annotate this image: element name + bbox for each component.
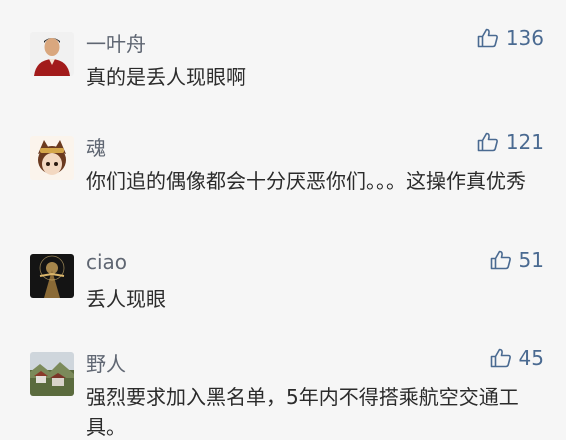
username[interactable]: 一叶舟 (86, 28, 146, 57)
comment-item: 一叶舟 136 真的是丢人现眼啊 (0, 18, 566, 128)
comment-item: 魂 121 你们追的偶像都会十分厌恶你们。。。这操作真优秀 (0, 122, 566, 230)
thumbs-up-icon (477, 28, 498, 48)
thumbs-up-icon (477, 132, 498, 152)
thumbs-up-icon (490, 348, 511, 368)
like-count: 51 (518, 248, 544, 272)
avatar[interactable] (30, 352, 74, 396)
anime-girl-avatar-icon (30, 136, 74, 180)
like-button[interactable]: 121 (476, 130, 544, 154)
man-avatar-icon (30, 32, 74, 76)
avatar[interactable] (30, 32, 74, 76)
like-button[interactable]: 136 (476, 26, 544, 50)
like-button[interactable]: 51 (489, 248, 544, 272)
username[interactable]: ciao (86, 250, 127, 274)
avatar[interactable] (30, 136, 74, 180)
dark-figure-avatar-icon (30, 254, 74, 298)
comment-item: 野人 45 强烈要求加入黑名单，5年内不得搭乘航空交通工具。 (0, 338, 566, 440)
comments-list: 一叶舟 136 真的是丢人现眼啊 魂 121 你们追的偶像都会十分厌恶你们。。。… (0, 0, 566, 440)
comment-text: 丢人现眼 (86, 287, 166, 311)
username[interactable]: 魂 (86, 132, 106, 161)
like-count: 136 (505, 26, 544, 50)
comment-text: 你们追的偶像都会十分厌恶你们。。。这操作真优秀 (86, 169, 526, 193)
avatar[interactable] (30, 254, 74, 298)
username[interactable]: 野人 (86, 348, 126, 377)
comment-text: 真的是丢人现眼啊 (86, 65, 246, 89)
like-button[interactable]: 45 (489, 346, 544, 370)
thumbs-up-icon (490, 250, 511, 270)
comment-item: ciao 51 丢人现眼 (0, 240, 566, 320)
landscape-avatar-icon (30, 352, 74, 396)
like-count: 45 (518, 346, 544, 370)
comment-text: 强烈要求加入黑名单，5年内不得搭乘航空交通工具。 (86, 385, 519, 439)
like-count: 121 (505, 130, 544, 154)
